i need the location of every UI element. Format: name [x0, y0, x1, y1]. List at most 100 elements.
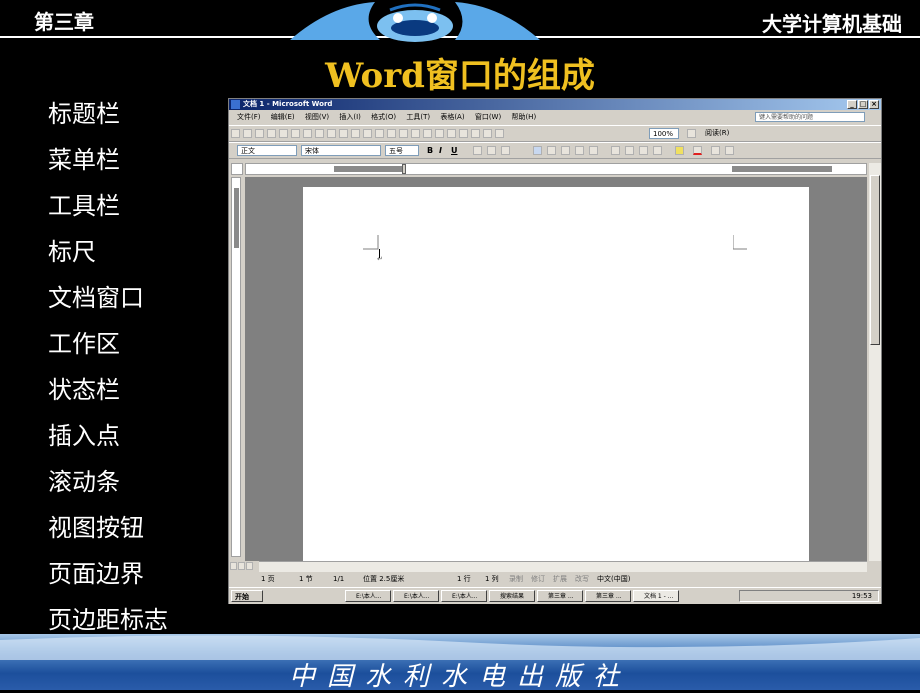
paste-icon[interactable] [363, 129, 372, 138]
close-button[interactable]: × [869, 100, 879, 109]
font-size-select[interactable]: 五号 [385, 145, 419, 156]
redo-icon[interactable] [399, 129, 408, 138]
save-icon[interactable] [255, 129, 264, 138]
help-search-input[interactable]: 键入需要帮助的问题 [755, 112, 865, 122]
char-shading-icon[interactable] [487, 146, 496, 155]
font-select[interactable]: 宋体 [301, 145, 381, 156]
format-painter-icon[interactable] [375, 129, 384, 138]
decrease-indent-icon[interactable] [639, 146, 648, 155]
taskbar-item[interactable]: 搜索结果 [489, 590, 535, 602]
list-item: 页面边界 [48, 560, 144, 588]
horizontal-scrollbar[interactable] [259, 561, 867, 572]
menu-item-insert[interactable]: 插入(I) [339, 113, 361, 121]
maximize-button[interactable]: □ [858, 100, 868, 109]
style-select[interactable]: 正文 [237, 145, 297, 156]
insert-excel-icon[interactable] [447, 129, 456, 138]
tables-borders-icon[interactable] [423, 129, 432, 138]
show-hide-icon[interactable] [495, 129, 504, 138]
numbering-icon[interactable] [611, 146, 620, 155]
menu-item-edit[interactable]: 编辑(E) [271, 113, 295, 121]
menu-item-format[interactable]: 格式(O) [371, 113, 396, 121]
scroll-thumb[interactable] [870, 175, 880, 345]
help-icon[interactable] [687, 129, 696, 138]
new-icon[interactable] [231, 129, 240, 138]
status-section: 1 节 [299, 575, 313, 583]
tab-selector-icon[interactable] [231, 163, 243, 175]
status-column: 1 列 [485, 575, 499, 583]
taskbar-item[interactable]: E:\本人... [393, 590, 439, 602]
ruler-margin-left [334, 166, 404, 172]
print-icon[interactable] [291, 129, 300, 138]
indent-marker-icon[interactable] [402, 164, 406, 174]
insert-table-icon[interactable] [435, 129, 444, 138]
italic-button[interactable]: I [439, 145, 442, 156]
publisher-name: 中国水利水电出版社 [288, 662, 631, 692]
status-position: 位置 2.5厘米 [363, 575, 405, 583]
horizontal-ruler[interactable] [245, 163, 867, 175]
menu-item-tools[interactable]: 工具(T) [406, 113, 430, 121]
open-icon[interactable] [243, 129, 252, 138]
drawing-icon[interactable] [471, 129, 480, 138]
menu-item-view[interactable]: 视图(V) [305, 113, 329, 121]
font-color-icon[interactable] [693, 146, 702, 155]
start-button[interactable]: 开始 [231, 590, 263, 602]
slide-title: Word窗口的组成 [325, 56, 595, 96]
status-page: 1 页 [261, 575, 275, 583]
align-right-icon[interactable] [561, 146, 570, 155]
align-center-icon[interactable] [547, 146, 556, 155]
status-line: 1 行 [457, 575, 471, 583]
cut-icon[interactable] [339, 129, 348, 138]
char-border-icon[interactable] [473, 146, 482, 155]
distributed-icon[interactable] [575, 146, 584, 155]
normal-view-icon[interactable] [230, 562, 237, 570]
phonetic-guide-icon[interactable] [711, 146, 720, 155]
research-icon[interactable] [315, 129, 324, 138]
minimize-button[interactable]: _ [847, 100, 857, 109]
vertical-ruler[interactable] [231, 177, 241, 557]
permission-icon[interactable] [267, 129, 276, 138]
menu-item-help[interactable]: 帮助(H) [511, 113, 536, 121]
document-page[interactable]: ↵ [303, 187, 809, 567]
bold-button[interactable]: B [427, 145, 433, 156]
columns-icon[interactable] [459, 129, 468, 138]
taskbar-item[interactable]: E:\本人... [345, 590, 391, 602]
underline-button[interactable]: U [451, 145, 458, 156]
line-spacing-icon[interactable] [589, 146, 598, 155]
web-view-icon[interactable] [238, 562, 245, 570]
align-justify-icon[interactable] [533, 146, 542, 155]
enclose-chars-icon[interactable] [725, 146, 734, 155]
increase-indent-icon[interactable] [653, 146, 662, 155]
status-rec[interactable]: 录制 [509, 573, 523, 585]
read-button[interactable]: 阅读(R) [705, 128, 729, 139]
status-page-of: 1/1 [333, 575, 345, 583]
status-ext[interactable]: 扩展 [553, 573, 567, 585]
highlight-icon[interactable] [675, 146, 684, 155]
hyperlink-icon[interactable] [411, 129, 420, 138]
print-preview-icon[interactable] [303, 129, 312, 138]
status-ovr[interactable]: 改写 [575, 573, 589, 585]
taskbar-item[interactable]: 第三章 ... [585, 590, 631, 602]
copy-icon[interactable] [351, 129, 360, 138]
status-language: 中文(中国) [597, 575, 631, 583]
dragon-logo-icon [290, 2, 540, 42]
title-bar[interactable]: 文档 1 - Microsoft Word _ □ × [229, 99, 881, 110]
menu-item-table[interactable]: 表格(A) [440, 113, 464, 121]
zoom-select[interactable]: 100% [649, 128, 679, 139]
undo-icon[interactable] [387, 129, 396, 138]
taskbar-item[interactable]: 文档 1 - ... [633, 590, 679, 602]
margin-mark-icon: ↵ [363, 235, 383, 263]
spelling-icon[interactable] [327, 129, 336, 138]
menu-item-file[interactable]: 文件(F) [237, 113, 261, 121]
taskbar-item[interactable]: E:\本人... [441, 590, 487, 602]
status-trk[interactable]: 修订 [531, 573, 545, 585]
document-map-icon[interactable] [483, 129, 492, 138]
char-scale-icon[interactable] [501, 146, 510, 155]
margin-mark-icon [733, 235, 747, 250]
email-icon[interactable] [279, 129, 288, 138]
menu-item-window[interactable]: 窗口(W) [475, 113, 501, 121]
insertion-point [379, 249, 380, 258]
print-view-icon[interactable] [246, 562, 253, 570]
taskbar-item[interactable]: 第三章 ... [537, 590, 583, 602]
bullets-icon[interactable] [625, 146, 634, 155]
vertical-scrollbar[interactable] [869, 163, 881, 561]
